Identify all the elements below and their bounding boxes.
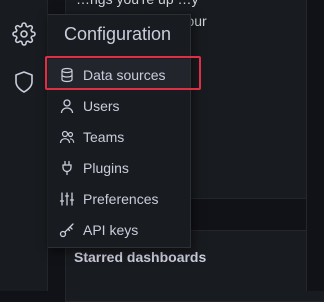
right-panel-edge — [306, 0, 324, 291]
menu-item-preferences[interactable]: Preferences — [48, 183, 190, 214]
menu-item-api-keys[interactable]: API keys — [48, 214, 190, 245]
panel-text-line: …ngs you're up …y — [76, 0, 317, 10]
key-icon — [59, 222, 75, 238]
sliders-icon — [59, 191, 75, 207]
plug-icon — [59, 160, 75, 176]
menu-item-label: API keys — [83, 221, 139, 238]
configuration-flyout-menu: Configuration Data sources Users Teams P… — [48, 14, 191, 248]
flyout-title[interactable]: Configuration — [64, 24, 171, 45]
user-icon — [59, 98, 75, 114]
side-nav — [0, 0, 48, 291]
gear-icon[interactable] — [12, 22, 36, 46]
starred-dashboards-title: Starred dashboards — [74, 249, 207, 265]
menu-item-plugins[interactable]: Plugins — [48, 152, 190, 183]
menu-item-users[interactable]: Users — [48, 90, 190, 121]
menu-item-label: Preferences — [83, 190, 159, 207]
menu-item-label: Teams — [83, 128, 125, 145]
menu-item-label: Users — [83, 97, 120, 114]
shield-icon[interactable] — [12, 70, 36, 94]
highlight-box — [45, 56, 201, 90]
menu-item-teams[interactable]: Teams — [48, 121, 190, 152]
menu-item-label: Plugins — [83, 159, 129, 176]
users-icon — [59, 129, 75, 145]
